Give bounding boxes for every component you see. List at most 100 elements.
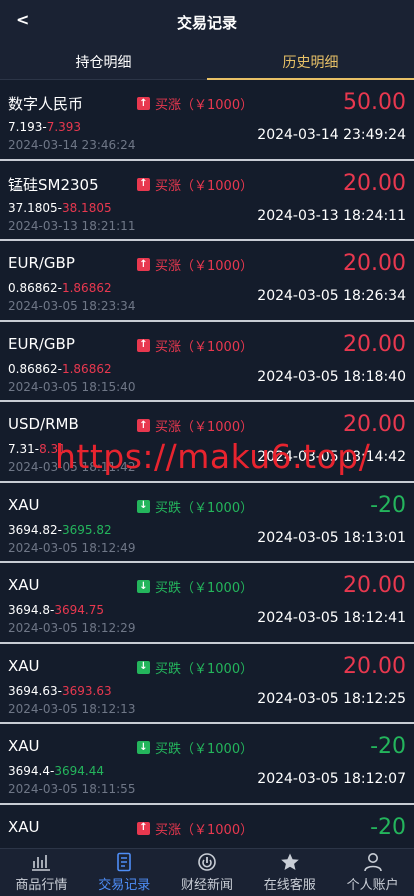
open-time: 2024-03-05 18:15:40 [8,379,136,394]
close-price: 1.86862 [61,281,112,295]
open-price: 7.193 [8,120,43,134]
record-row[interactable]: EUR/GBP ↑ 买涨（￥1000） 20.00 0.86862-1.86862 202… [0,241,414,322]
symbol-name: 锰硅SM2305 [8,175,99,194]
direction-label: 买涨（￥1000） [155,98,254,113]
direction-label: 买涨（￥1000） [155,259,254,274]
profit-value: -20 [370,734,406,759]
nav-market[interactable]: 商品行情 [0,849,83,896]
arrow-down-icon: ↓ [137,580,150,593]
close-price: 3693.63 [61,683,112,698]
close-price: 8.31 [39,442,66,456]
record-row[interactable]: USD/RMB ↑ 买涨（￥1000） 20.00 7.31-8.31 2024-03-0… [0,402,414,483]
close-time: 2024-03-14 23:49:24 [257,127,406,143]
symbol-name: 数字人民币 [8,95,84,113]
page-title: 交易记录 [176,14,237,32]
price-range: 7.31-8.31 [8,442,66,456]
price-range: 0.86862-1.86862 [8,281,112,295]
nav-label: 交易记录 [98,878,151,893]
open-time: 2024-03-05 18:12:49 [8,540,136,555]
price-range: 0.86862-1.86862 [8,362,112,376]
profit-value: -20 [370,492,406,518]
close-price: 7.393 [46,120,82,134]
close-price: 3694.44 [54,764,104,778]
close-price: 38.1805 [61,200,112,215]
direction-label: 买跌（￥1000） [155,581,254,596]
direction-badge: ↑ 买涨（￥1000） [137,819,253,838]
symbol-name: USD/RMB [8,415,79,433]
open-time: 2024-03-13 18:21:11 [8,218,136,233]
record-row[interactable]: EUR/GBP ↑ 买涨（￥1000） 20.00 0.86862-1.86862 202… [0,322,414,402]
price-range: 3694.63-3693.63 [8,684,112,698]
profit-value: 20.00 [343,331,406,357]
chart-icon [32,855,51,871]
close-time: 2024-03-05 18:12:25 [257,690,406,707]
record-row[interactable]: XAU ↓ 买跌（￥1000） -20 3694.82-3695.82 2024-03-0… [0,483,414,563]
arrow-up-icon: ↑ [137,258,150,271]
arrow-up-icon: ↑ [137,338,150,352]
back-button[interactable]: < [16,10,29,29]
record-row[interactable]: XAU ↑ 买涨（￥1000） -20 [0,805,414,849]
arrow-up-icon: ↑ [137,821,150,835]
profit-value: 20.00 [343,573,406,598]
symbol-name: XAU [8,656,40,675]
open-time: 2024-03-05 18:12:13 [8,701,136,716]
tab-history[interactable]: 历史明细 [207,45,414,80]
price-range: 7.193-7.393 [8,120,81,134]
record-row[interactable]: XAU ↓ 买跌（￥1000） 20.00 3694.63-3693.63 2024-03… [0,644,414,724]
nav-news[interactable]: 财经新闻 [166,849,249,896]
close-time: 2024-03-05 18:14:42 [257,449,406,465]
nav-service[interactable]: 在线客服 [248,849,331,896]
symbol-name: XAU [8,737,40,755]
arrow-down-icon: ↓ [137,499,150,513]
record-row[interactable]: XAU ↓ 买跌（￥1000） -20 3694.4-3694.44 2024-03-05… [0,724,414,805]
arrow-up-icon: ↑ [137,419,150,432]
close-time: 2024-03-05 18:12:07 [257,771,406,787]
open-time: 2024-03-05 18:23:34 [8,299,136,313]
direction-label: 买涨（￥1000） [155,420,254,435]
record-list[interactable]: 数字人民币 ↑ 买涨（￥1000） 50.00 7.193-7.393 2024-03-1… [0,80,414,848]
price-range: 3694.8-3694.75 [8,603,104,617]
star-icon [280,853,299,870]
record-row[interactable]: XAU ↓ 买跌（￥1000） 20.00 3694.8-3694.75 2024-03-… [0,563,414,644]
document-icon [117,852,131,872]
direction-label: 买涨（￥1000） [155,339,254,355]
symbol-name: EUR/GBP [8,254,75,272]
direction-badge: ↑ 买涨（￥1000） [137,94,253,113]
nav-records[interactable]: 交易记录 [83,849,166,896]
open-time: 2024-03-05 18:11:42 [8,460,136,474]
open-price: 7.31 [8,442,35,456]
close-time: 2024-03-05 18:18:40 [257,368,406,385]
open-price: 37.1805 [8,200,58,215]
record-row[interactable]: 数字人民币 ↑ 买涨（￥1000） 50.00 7.193-7.393 2024-03-1… [0,80,414,161]
nav-label: 财经新闻 [180,878,233,893]
nav-account[interactable]: 个人账户 [331,849,414,896]
direction-badge: ↑ 买涨（￥1000） [137,416,253,435]
open-price: 0.86862 [8,281,58,295]
profit-value: 20.00 [343,412,406,437]
bottom-nav: 商品行情 交易记录 财经新闻 在线客服 个人账户 [0,848,414,896]
profit-value: 20.00 [343,170,406,196]
arrow-up-icon: ↑ [137,177,150,191]
direction-label: 买涨（￥1000） [155,822,254,838]
price-range: 3694.4-3694.44 [8,764,104,778]
symbol-name: XAU [8,576,40,594]
tab-positions[interactable]: 持仓明细 [0,45,207,79]
direction-label: 买跌（￥1000） [155,500,254,516]
open-time: 2024-03-05 18:12:29 [8,621,136,635]
price-range: 3694.82-3695.82 [8,523,112,537]
close-time: 2024-03-05 18:26:34 [257,288,406,304]
close-time: 2024-03-05 18:12:41 [257,610,406,626]
nav-label: 在线客服 [263,878,316,893]
close-time: 2024-03-13 18:24:11 [257,207,406,224]
close-time: 2024-03-05 18:13:01 [257,529,406,546]
profit-value: 50.00 [343,90,406,115]
direction-badge: ↑ 买涨（￥1000） [137,175,253,194]
direction-label: 买跌（￥1000） [155,742,254,757]
open-price: 0.86862 [8,361,58,376]
open-time: 2024-03-14 23:46:24 [8,138,136,152]
arrow-up-icon: ↑ [137,97,150,110]
record-row[interactable]: 锰硅SM2305 ↑ 买涨（￥1000） 20.00 37.1805-38.1805 20… [0,161,414,241]
direction-label: 买跌（￥1000） [155,661,254,677]
price-range: 37.1805-38.1805 [8,201,112,215]
arrow-down-icon: ↓ [137,741,150,754]
